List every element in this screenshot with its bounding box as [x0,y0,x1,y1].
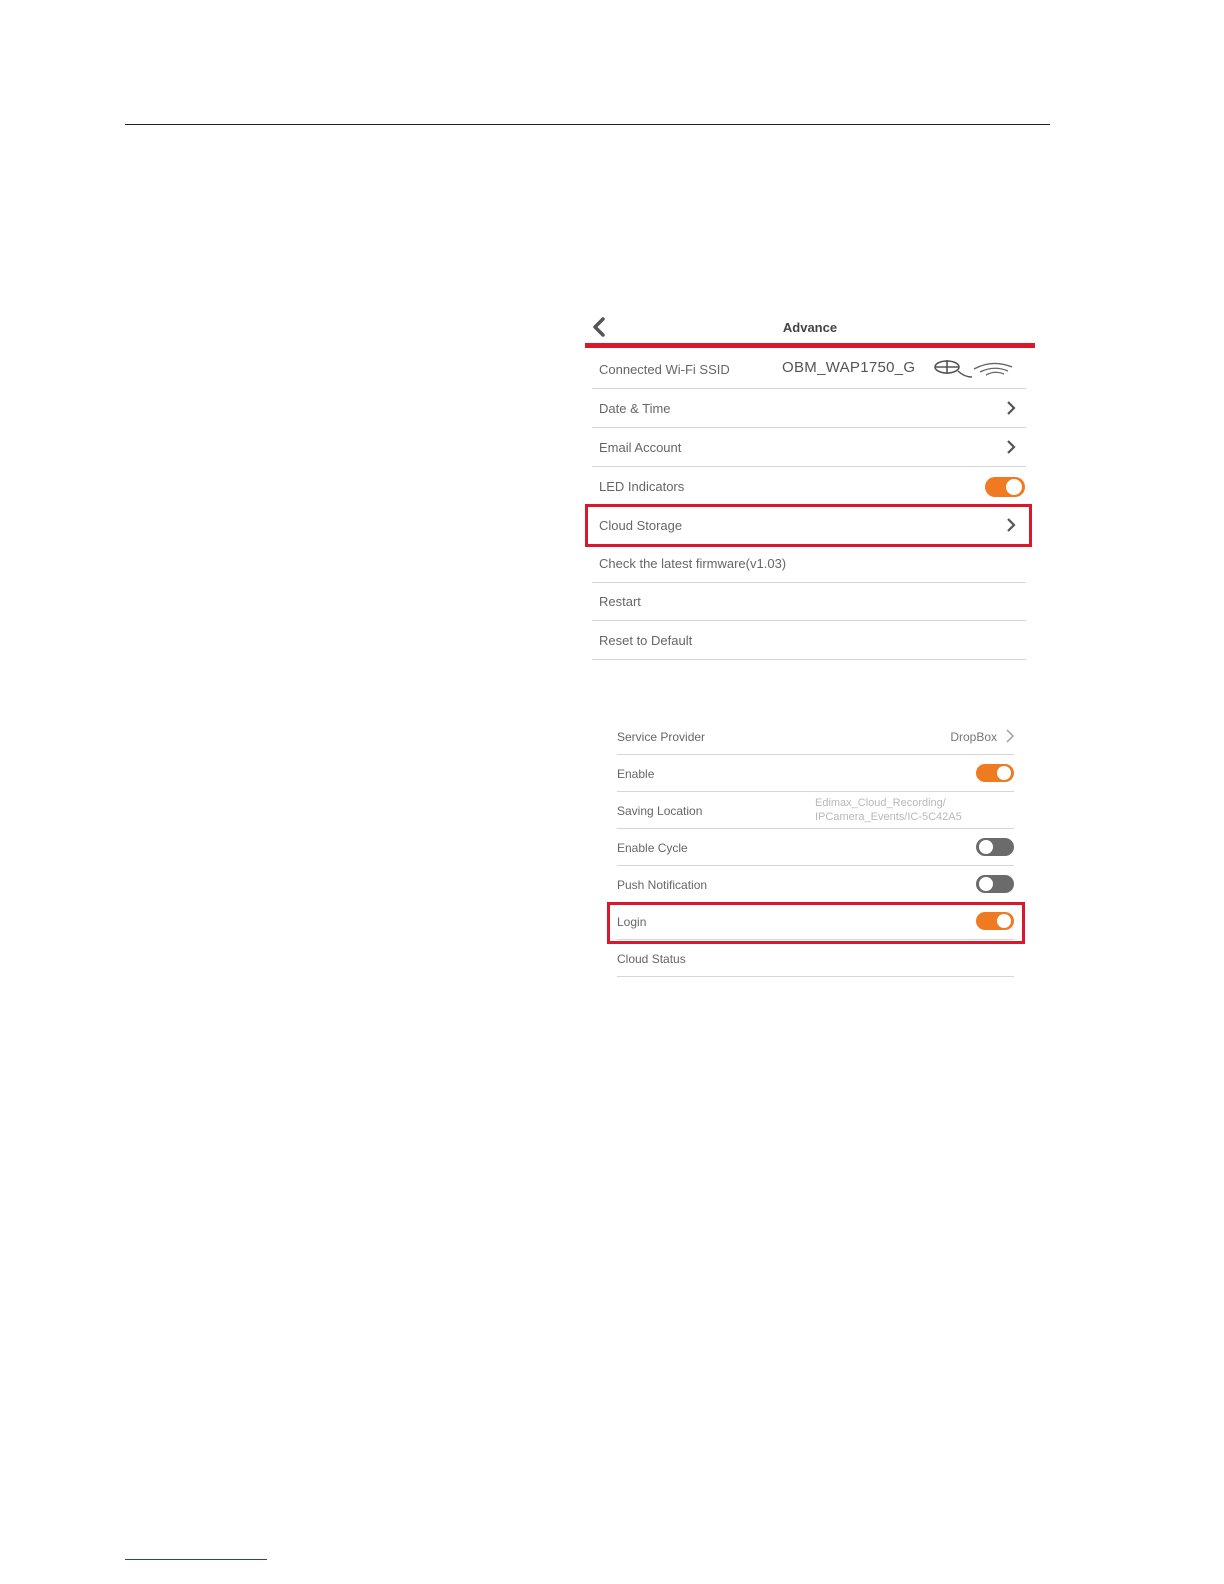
cloud-storage-highlight [585,504,1032,547]
toggle-knob [979,840,993,854]
row-enable-cycle: Enable Cycle [617,829,1014,866]
row-label: Service Provider [617,730,706,744]
wifi-signal-icon [934,360,1013,378]
enable-toggle[interactable] [976,764,1014,782]
provider-value: DropBox [950,730,997,744]
saving-location-line2: IPCamera_Events/IC-5C42A5 [815,811,962,823]
row-label: Date & Time [599,401,671,416]
row-service-provider[interactable]: Service Provider DropBox [617,718,1014,755]
row-cloud-status: Cloud Status [617,940,1014,977]
chevron-right-icon [1007,440,1016,454]
toggle-knob [997,766,1011,780]
saving-location-value: Edimax_Cloud_Recording/ IPCamera_Events/… [815,796,962,824]
row-email-account[interactable]: Email Account [592,428,1026,467]
led-toggle[interactable] [985,477,1025,497]
header-rule [125,124,1050,125]
footer-rule [125,1559,267,1560]
row-label: Reset to Default [599,633,693,648]
row-enable: Enable [617,755,1014,792]
login-highlight [607,902,1025,944]
row-led-indicators: LED Indicators [592,467,1026,506]
page-title: Advance [782,320,838,335]
push-notification-toggle[interactable] [976,875,1014,893]
header-accent-bar [585,343,1035,348]
row-push-notification: Push Notification [617,866,1014,903]
app-header: Advance [585,310,1035,348]
row-label: Restart [599,594,641,609]
chevron-right-icon [1007,401,1016,415]
advance-screen: Advance Connected Wi-Fi SSID OBM_WAP1750… [585,310,1035,662]
row-check-firmware[interactable]: Check the latest firmware(v1.03) [592,544,1026,583]
row-label: Email Account [599,440,682,455]
cloud-storage-screen: Service Provider DropBox Enable Saving L… [607,718,1027,980]
row-label: Saving Location [617,804,703,818]
row-wifi-ssid: Connected Wi-Fi SSID OBM_WAP1750_G [592,350,1026,389]
row-saving-location: Saving Location Edimax_Cloud_Recording/ … [617,792,1014,829]
saving-location-line1: Edimax_Cloud_Recording/ [815,797,946,809]
row-restart[interactable]: Restart [592,582,1026,621]
toggle-knob [979,877,993,891]
chevron-right-icon [1006,729,1014,743]
row-date-time[interactable]: Date & Time [592,389,1026,428]
row-label: Enable [617,767,655,781]
row-label: Push Notification [617,878,708,892]
ssid-value: OBM_WAP1750_G [782,359,916,376]
row-label: LED Indicators [599,479,685,494]
row-reset-default[interactable]: Reset to Default [592,621,1026,660]
toggle-knob [1006,479,1022,495]
row-label: Connected Wi-Fi SSID [599,362,730,377]
enable-cycle-toggle[interactable] [976,838,1014,856]
row-label: Enable Cycle [617,841,688,855]
row-label: Check the latest firmware(v1.03) [599,556,787,571]
row-label: Cloud Status [617,952,686,966]
